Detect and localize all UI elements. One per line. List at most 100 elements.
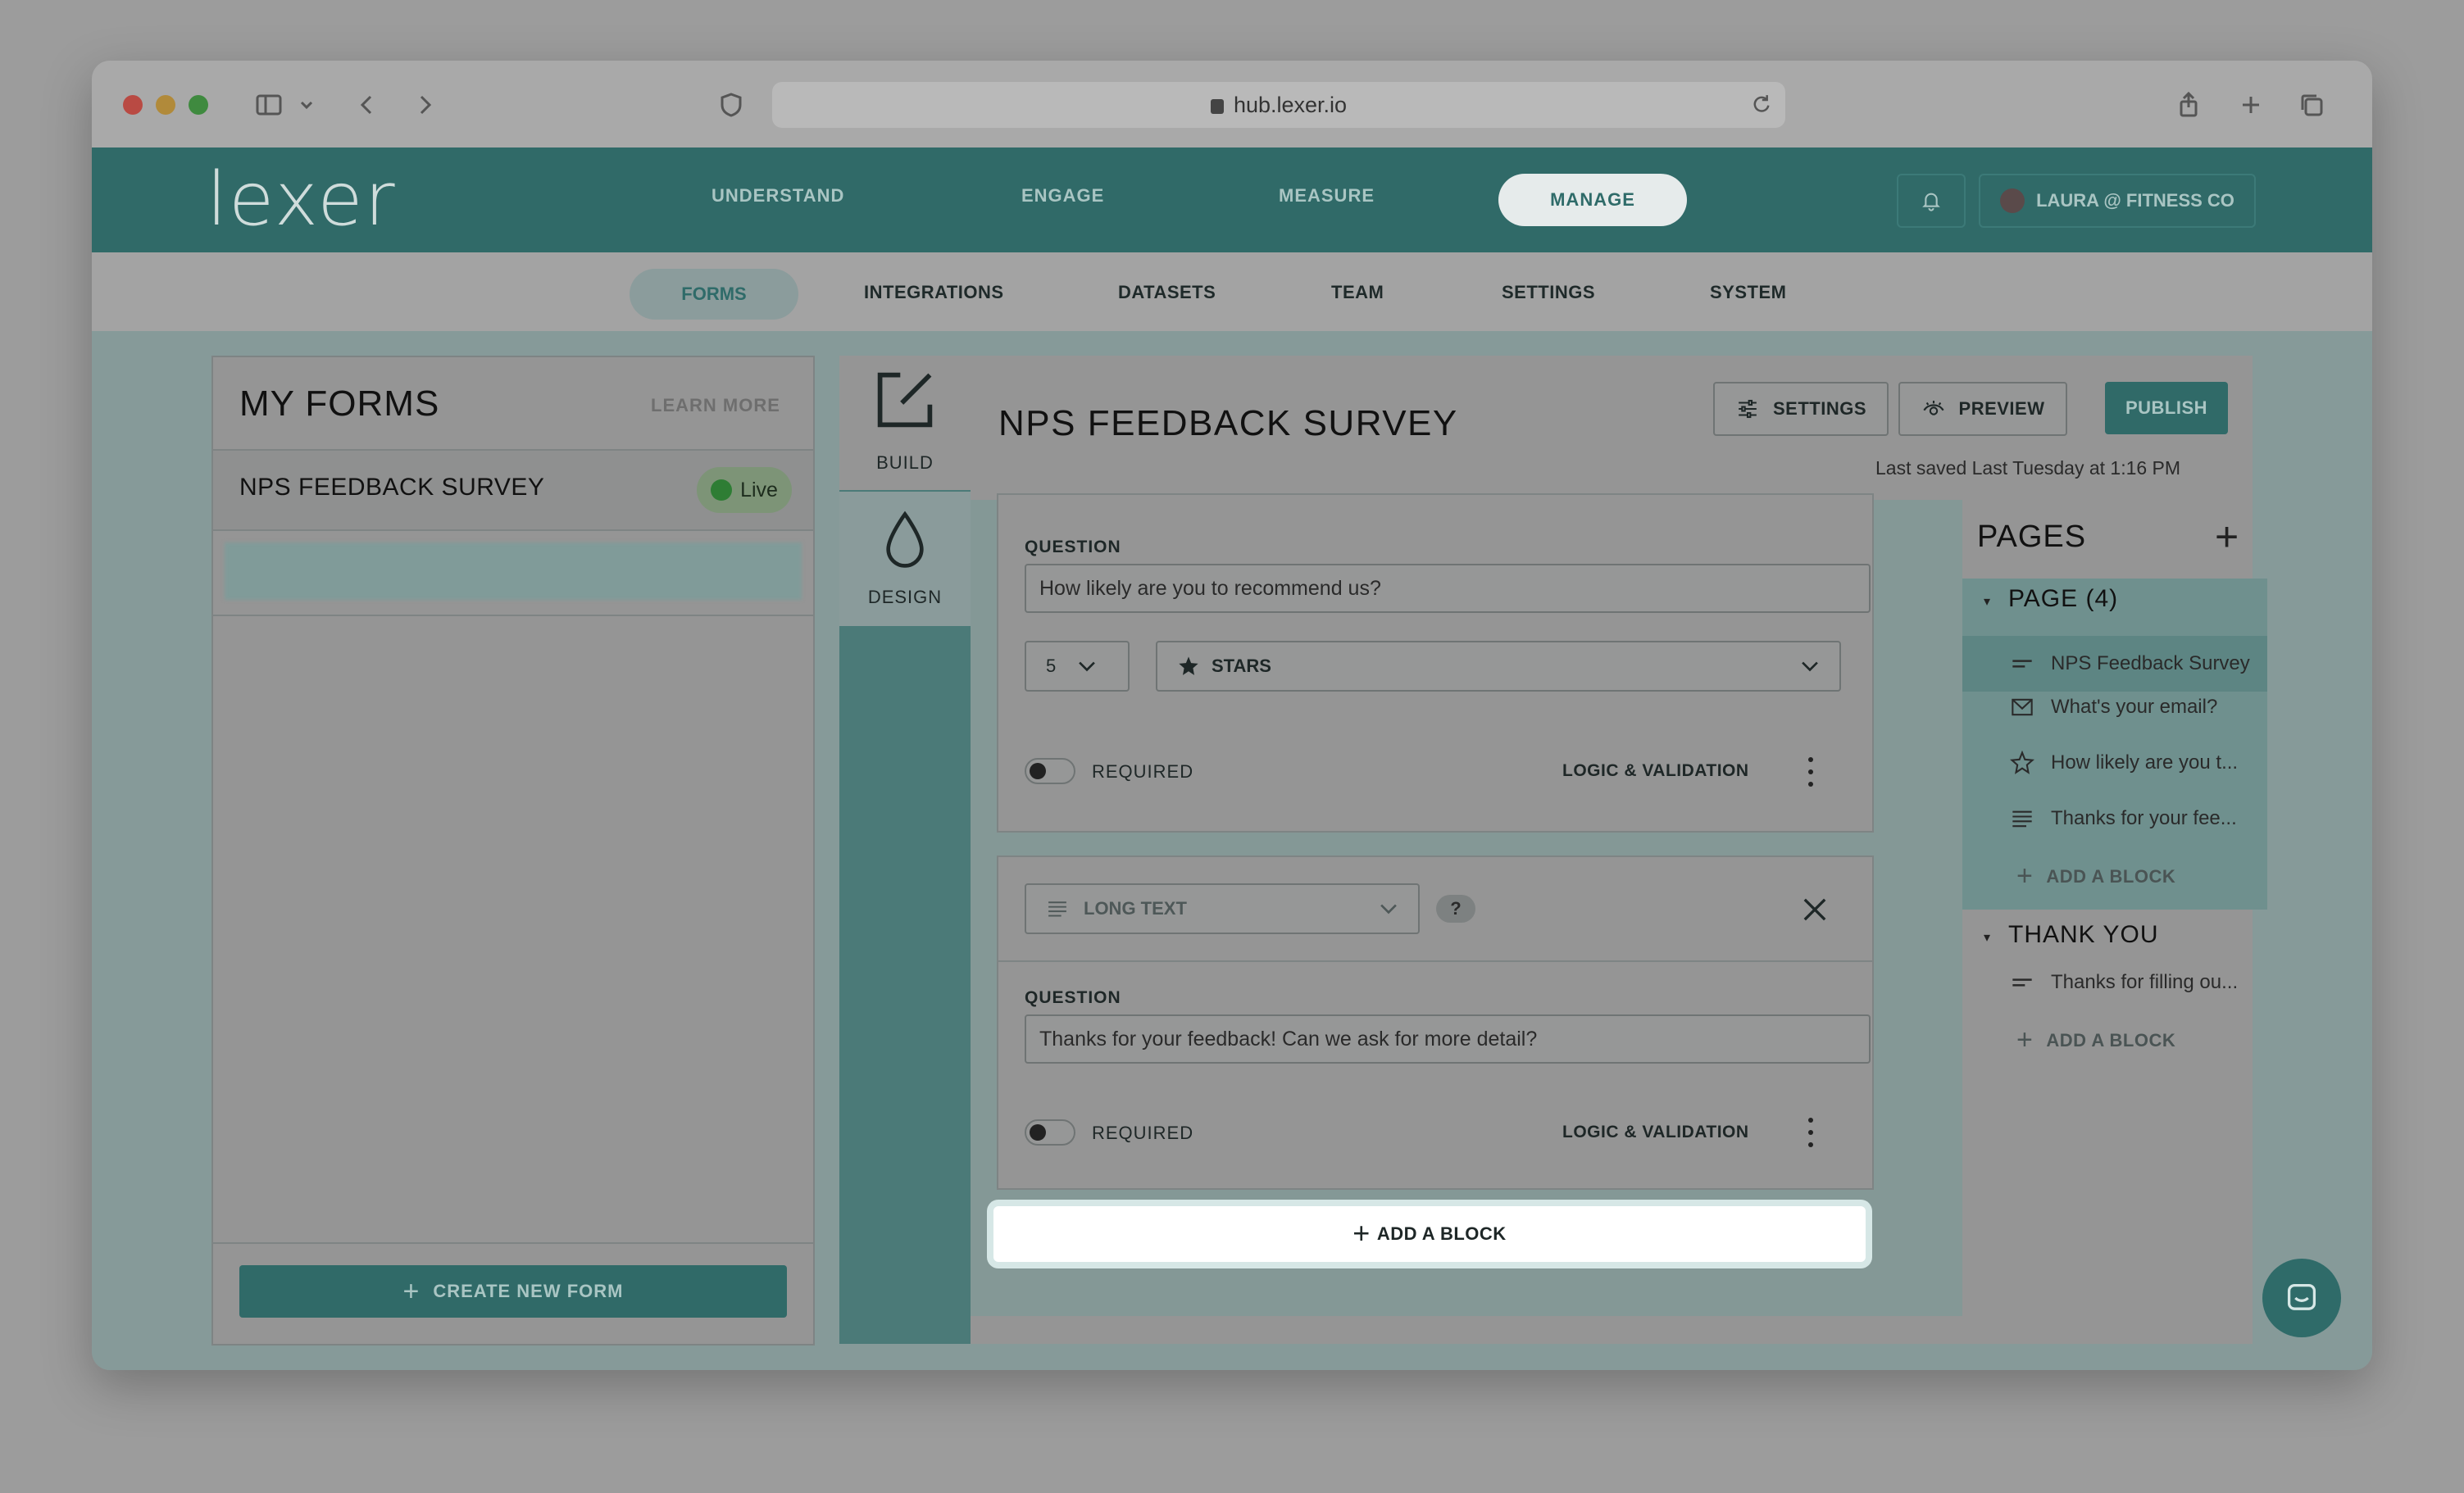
nav-measure[interactable]: MEASURE (1279, 185, 1375, 206)
scale-select[interactable]: 5 (1025, 641, 1130, 692)
scale-value: 5 (1046, 656, 1057, 676)
help-icon[interactable]: ? (1436, 895, 1475, 923)
collapse-icon[interactable]: ▾ (1984, 929, 1990, 946)
tab-system[interactable]: SYSTEM (1710, 282, 1786, 303)
plus-icon: + (2016, 1024, 2034, 1055)
tab-overview-icon[interactable] (2295, 88, 2328, 121)
droplet-icon (886, 511, 924, 568)
editor-mode-rail: BUILD DESIGN (839, 356, 971, 1344)
sliders-icon (1739, 399, 1757, 419)
tab-team[interactable]: TEAM (1331, 282, 1384, 303)
add-block-link[interactable]: + ADD A BLOCK (2016, 860, 2175, 892)
form-list-item[interactable]: NPS FEEDBACK SURVEY Live (213, 449, 813, 531)
back-icon[interactable] (351, 88, 384, 121)
sub-navigation: FORMS INTEGRATIONS DATASETS TEAM SETTING… (92, 252, 2372, 331)
tab-integrations[interactable]: INTEGRATIONS (864, 282, 1004, 303)
new-tab-icon[interactable] (2234, 88, 2267, 121)
lexer-logo[interactable]: lexer (207, 163, 397, 237)
preview-label: PREVIEW (1958, 398, 2045, 419)
short-text-icon (2010, 970, 2034, 995)
forms-list-panel: MY FORMS LEARN MORE NPS FEEDBACK SURVEY … (211, 356, 815, 1346)
chat-launcher-button[interactable] (2262, 1259, 2341, 1337)
status-badge: Live (697, 467, 792, 513)
add-page-icon[interactable]: + (2215, 513, 2239, 560)
page-item[interactable]: Thanks for your fee... (2010, 806, 2237, 831)
page-header[interactable]: THANK YOU (2008, 921, 2158, 949)
required-toggle[interactable] (1025, 1119, 1075, 1146)
chevron-down-icon (1380, 904, 1397, 914)
nav-understand[interactable]: UNDERSTAND (711, 185, 844, 206)
user-menu-button[interactable]: LAURA @ FITNESS CO (1979, 174, 2256, 228)
more-options-icon[interactable] (1807, 1118, 1815, 1147)
minimize-window-button[interactable] (156, 95, 175, 115)
browser-window: hub.lexer.io lexer UNDERSTAND ENGAGE MEA… (92, 61, 2372, 1370)
toggle-knob (1030, 1124, 1046, 1141)
star-icon (2010, 751, 2034, 775)
page-item[interactable]: NPS Feedback Survey (1962, 636, 2267, 692)
tab-datasets[interactable]: DATASETS (1118, 282, 1216, 303)
form-title: NPS FEEDBACK SURVEY (998, 403, 1458, 443)
notifications-button[interactable] (1897, 174, 1966, 228)
page-item[interactable]: How likely are you t... (2010, 751, 2238, 775)
add-block-link[interactable]: + ADD A BLOCK (2016, 1024, 2175, 1056)
required-label: REQUIRED (1092, 761, 1194, 782)
user-name: LAURA @ FITNESS CO (2036, 190, 2234, 211)
divider (213, 615, 813, 616)
more-options-icon[interactable] (1807, 757, 1815, 787)
block-type-select[interactable]: LONG TEXT (1025, 883, 1420, 934)
divider (998, 960, 1872, 962)
plus-icon: + (1352, 1216, 1371, 1250)
learn-more-link[interactable]: LEARN MORE (651, 395, 780, 416)
forward-icon[interactable] (408, 88, 441, 121)
tab-forms[interactable]: FORMS (630, 269, 798, 320)
close-window-button[interactable] (123, 95, 143, 115)
share-icon[interactable] (2172, 88, 2205, 121)
page-item-label: How likely are you t... (2051, 751, 2239, 774)
icon-select[interactable]: STARS (1156, 641, 1841, 692)
page-item[interactable]: What's your email? (2010, 695, 2217, 719)
question-input[interactable]: How likely are you to recommend us? (1025, 564, 1871, 613)
live-dot-icon (711, 479, 733, 501)
logic-validation-link[interactable]: LOGIC & VALIDATION (1562, 1123, 1749, 1142)
page-header[interactable]: PAGE (4) (2008, 585, 2118, 613)
shield-icon[interactable] (715, 88, 748, 121)
settings-button[interactable]: SETTINGS (1713, 382, 1889, 436)
create-label: CREATE NEW FORM (433, 1281, 624, 1301)
page-item-label: Thanks for your fee... (2051, 807, 2237, 829)
zoom-window-button[interactable] (189, 95, 208, 115)
tab-settings[interactable]: SETTINGS (1502, 282, 1595, 303)
design-tab[interactable]: DESIGN (839, 492, 971, 626)
chevron-down-icon (1079, 661, 1096, 672)
close-icon[interactable] (1798, 893, 1831, 926)
avatar (2000, 188, 2025, 213)
lock-icon (1210, 99, 1224, 114)
pages-title: PAGES (1977, 520, 2087, 554)
required-toggle[interactable] (1025, 758, 1075, 784)
chevron-down-icon[interactable] (290, 88, 323, 121)
logic-validation-link[interactable]: LOGIC & VALIDATION (1562, 761, 1749, 781)
edit-icon (877, 372, 933, 428)
settings-label: SETTINGS (1772, 398, 1866, 419)
plus-icon: + (2016, 860, 2034, 892)
question-block-rating[interactable]: QUESTION How likely are you to recommend… (997, 493, 1874, 833)
short-text-icon (2010, 651, 2034, 676)
blocks-canvas: QUESTION How likely are you to recommend… (971, 493, 1962, 1316)
add-block-label: ADD A BLOCK (1376, 1223, 1507, 1244)
address-bar[interactable]: hub.lexer.io (772, 82, 1785, 128)
reload-icon[interactable] (1749, 92, 1774, 122)
collapse-icon[interactable]: ▾ (1984, 593, 1990, 610)
nav-manage[interactable]: MANAGE (1498, 174, 1687, 226)
publish-button[interactable]: PUBLISH (2105, 382, 2228, 434)
status-label: Live (740, 478, 778, 501)
add-block-button[interactable]: + ADD A BLOCK (993, 1206, 1866, 1262)
sidebar-toggle-icon[interactable] (252, 88, 285, 121)
preview-button[interactable]: PREVIEW (1898, 382, 2067, 436)
create-new-form-button[interactable]: + CREATE NEW FORM (239, 1265, 787, 1318)
content-area: MY FORMS LEARN MORE NPS FEEDBACK SURVEY … (92, 331, 2372, 1370)
question-input[interactable]: Thanks for your feedback! Can we ask for… (1025, 1014, 1871, 1064)
page-item[interactable]: Thanks for filling ou... (2010, 970, 2238, 995)
nav-engage[interactable]: ENGAGE (1021, 185, 1104, 206)
build-tab[interactable]: BUILD (839, 356, 971, 490)
add-block-label: ADD A BLOCK (2046, 1029, 2176, 1051)
question-block-long-text[interactable]: LONG TEXT ? QUESTION Thanks for your fee… (997, 855, 1874, 1190)
